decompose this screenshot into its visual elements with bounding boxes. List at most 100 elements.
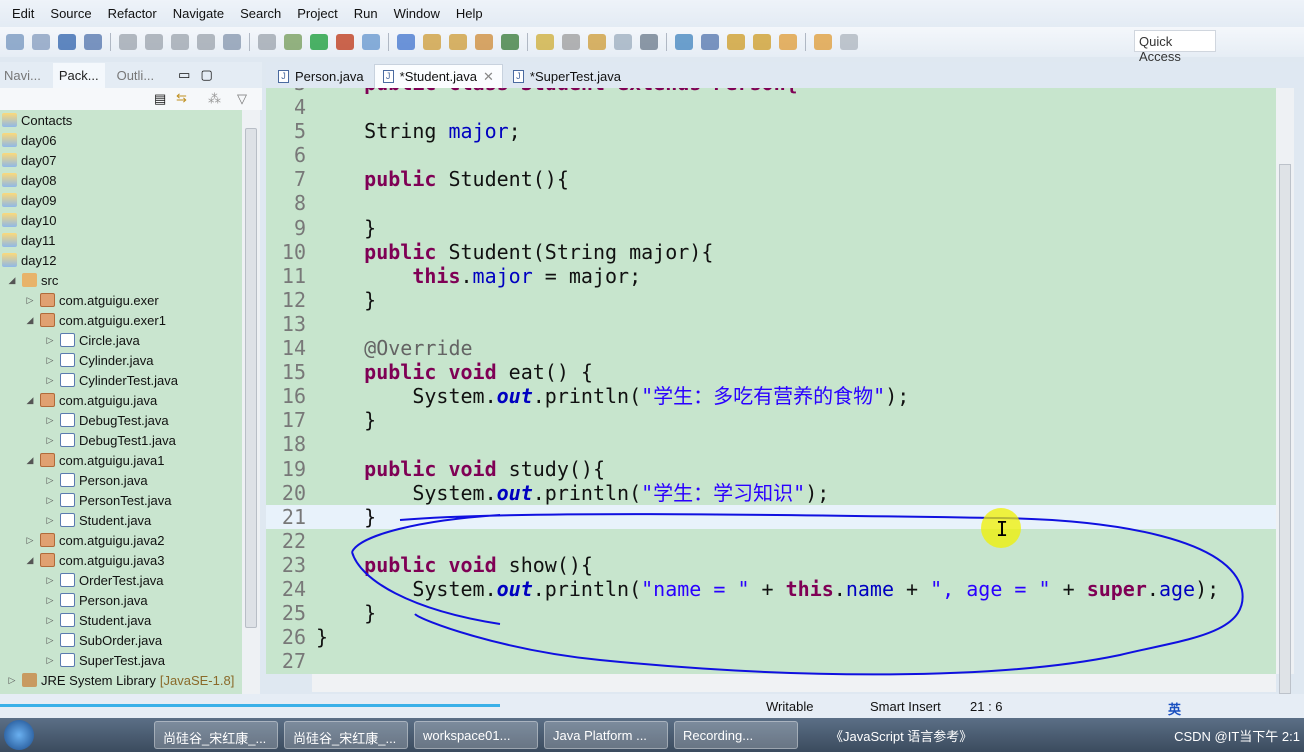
tree-item[interactable]: Contacts [2,110,72,130]
start-button[interactable] [4,720,34,750]
toolbar-button-icon[interactable] [675,34,693,50]
tree-item[interactable]: ◢ com.atguigu.exer1 [24,310,166,330]
toolbar-button-icon[interactable] [32,34,50,50]
tree-item[interactable]: ◢ com.atguigu.java1 [24,450,165,470]
tree-item[interactable]: ▷ Circle.java [44,330,140,350]
toolbar-button-icon[interactable] [223,34,241,50]
toolbar-button-icon[interactable] [197,34,215,50]
menu-navigate[interactable]: Navigate [173,6,224,21]
expanded-arrow-icon[interactable]: ◢ [24,395,36,406]
collapsed-arrow-icon[interactable]: ▷ [44,475,56,486]
maximize-icon[interactable]: ▢ [200,67,212,83]
toolbar-button-icon[interactable] [562,34,580,50]
editor-horizontal-scrollbar[interactable] [312,674,1276,692]
tree-item[interactable]: ▷ DebugTest.java [44,410,169,430]
tree-item[interactable]: day11 [2,230,55,250]
taskbar-item[interactable]: Java Platform ... [544,721,668,749]
tree-item[interactable]: day08 [2,170,56,190]
tab-outline[interactable]: Outli... [113,68,159,83]
collapse-all-icon[interactable]: ▤ [154,91,166,107]
toolbar-button-icon[interactable] [727,34,745,50]
close-icon[interactable]: ✕ [483,69,494,85]
toolbar-button-icon[interactable] [753,34,771,50]
menu-project[interactable]: Project [297,6,337,21]
tree-item[interactable]: ▷ Student.java [44,610,152,630]
collapsed-arrow-icon[interactable]: ▷ [24,295,36,306]
tree-item[interactable]: day09 [2,190,56,210]
collapsed-arrow-icon[interactable]: ▷ [44,355,56,366]
toolbar-button-icon[interactable] [84,34,102,50]
tree-item[interactable]: day07 [2,150,56,170]
collapsed-arrow-icon[interactable]: ▷ [44,635,56,646]
toolbar-button-icon[interactable] [145,34,163,50]
tab-navigator[interactable]: Navi... [0,68,45,83]
collapsed-arrow-icon[interactable]: ▷ [44,515,56,526]
minimize-icon[interactable]: ▭ [178,67,190,83]
menu-run[interactable]: Run [354,6,378,21]
menu-search[interactable]: Search [240,6,281,21]
tree-item[interactable]: ▷ Student.java [44,510,152,530]
filter-icon[interactable]: ⁂ [208,91,221,107]
tree-item[interactable]: ▷ CylinderTest.java [44,370,178,390]
view-menu-icon[interactable]: ▽ [237,91,247,107]
quick-access-input[interactable]: Quick Access [1134,30,1216,64]
collapsed-arrow-icon[interactable]: ▷ [6,675,18,686]
collapsed-arrow-icon[interactable]: ▷ [44,615,56,626]
menu-refactor[interactable]: Refactor [108,6,157,21]
taskbar-item[interactable]: workspace01... [414,721,538,749]
toolbar-button-icon[interactable] [449,34,467,50]
toolbar-button-icon[interactable] [588,34,606,50]
collapsed-arrow-icon[interactable]: ▷ [24,535,36,546]
tree-item[interactable]: ◢ com.atguigu.java3 [24,550,165,570]
toolbar-button-icon[interactable] [6,34,24,50]
code-editor[interactable]: 3 public class Student extends Person{45… [266,88,1276,674]
toolbar-button-icon[interactable] [258,34,276,50]
collapsed-arrow-icon[interactable]: ▷ [44,595,56,606]
toolbar-button-icon[interactable] [840,34,858,50]
toolbar-button-icon[interactable] [119,34,137,50]
collapsed-arrow-icon[interactable]: ▷ [44,575,56,586]
menu-edit[interactable]: Edit [12,6,34,21]
tree-item[interactable]: ▷ com.atguigu.java2 [24,530,165,550]
toolbar-button-icon[interactable] [423,34,441,50]
link-editor-icon[interactable]: ⇆ [176,90,187,106]
toolbar-button-icon[interactable] [336,34,354,50]
tree-item[interactable]: ▷ SuperTest.java [44,650,165,670]
expanded-arrow-icon[interactable]: ◢ [6,275,18,286]
toolbar-button-icon[interactable] [640,34,658,50]
expanded-arrow-icon[interactable]: ◢ [24,315,36,326]
tree-item[interactable]: day12 [2,250,56,270]
toolbar-button-icon[interactable] [501,34,519,50]
tree-item[interactable]: ▷ Cylinder.java [44,350,154,370]
editor-vertical-scrollbar[interactable] [1276,88,1294,694]
editor-tab[interactable]: J *SuperTest.java [505,64,629,88]
tree-item[interactable]: ▷ SubOrder.java [44,630,163,650]
menu-help[interactable]: Help [456,6,483,21]
tree-item[interactable]: ◢ src [6,270,59,290]
expanded-arrow-icon[interactable]: ◢ [24,555,36,566]
toolbar-button-icon[interactable] [701,34,719,50]
tree-item[interactable]: day10 [2,210,56,230]
tree-item[interactable]: ▷ OrderTest.java [44,570,164,590]
menu-source[interactable]: Source [50,6,91,21]
taskbar-item[interactable]: Recording... [674,721,798,749]
toolbar-button-icon[interactable] [58,34,76,50]
toolbar-button-icon[interactable] [536,34,554,50]
collapsed-arrow-icon[interactable]: ▷ [44,435,56,446]
taskbar-item[interactable]: 尚硅谷_宋红康_... [284,721,408,749]
expanded-arrow-icon[interactable]: ◢ [24,455,36,466]
taskbar-item-js-reference[interactable]: 《JavaScript 语言参考》 [830,726,972,745]
collapsed-arrow-icon[interactable]: ▷ [44,655,56,666]
toolbar-button-icon[interactable] [779,34,797,50]
tree-item[interactable]: ▷ PersonTest.java [44,490,172,510]
toolbar-button-icon[interactable] [310,34,328,50]
toolbar-button-icon[interactable] [614,34,632,50]
collapsed-arrow-icon[interactable]: ▷ [44,495,56,506]
tree-item[interactable]: day06 [2,130,56,150]
toolbar-button-icon[interactable] [362,34,380,50]
toolbar-button-icon[interactable] [171,34,189,50]
tree-item[interactable]: ▷ Person.java [44,470,148,490]
toolbar-button-icon[interactable] [397,34,415,50]
menu-window[interactable]: Window [394,6,440,21]
tab-package-explorer[interactable]: Pack... [52,62,105,88]
